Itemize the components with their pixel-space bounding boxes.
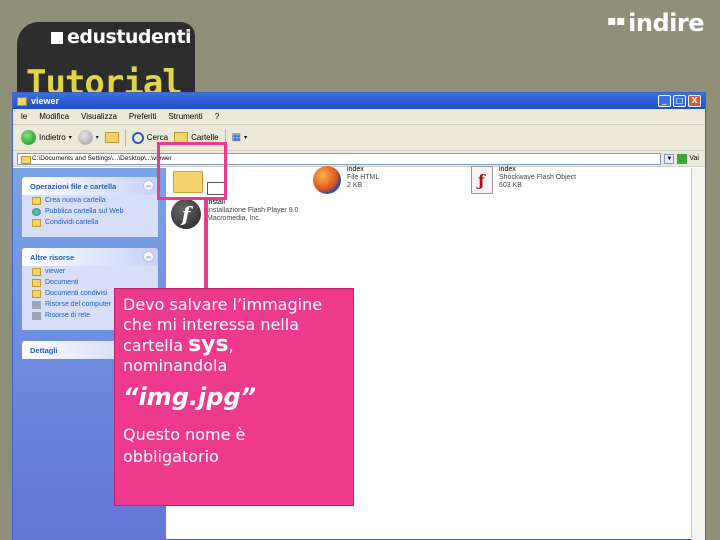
toolbar: Indietro ▾ ▾ Cerca Cartelle ▦ ▾ [13, 125, 705, 151]
menu-edit[interactable]: Modifica [39, 112, 69, 121]
address-bar: C:\Documents and Settings\...\Desktop\..… [13, 151, 705, 167]
place-documents[interactable]: Documenti [22, 277, 158, 288]
folder-icon [32, 267, 41, 276]
views-button[interactable]: ▦ ▾ [232, 132, 247, 143]
back-arrow-icon [21, 130, 36, 145]
place-viewer[interactable]: viewer [22, 266, 158, 277]
computer-icon [32, 300, 41, 309]
logo-brand: edustudenti [51, 26, 192, 48]
go-arrow-icon [677, 153, 688, 164]
file-index-swf[interactable]: indexShockwave Flash Object603 KB [471, 166, 576, 194]
up-button[interactable] [104, 132, 119, 143]
menu-bar: le Modifica Visualizza Preferiti Strumen… [13, 109, 705, 125]
new-folder-icon [32, 196, 41, 205]
network-icon [32, 311, 41, 320]
share-icon [32, 218, 41, 227]
panel-header[interactable]: Operazioni file e cartella ︽ [22, 177, 158, 195]
slide-background: edustudenti Tutorial ▪▪ indire viewer _ □… [0, 0, 720, 540]
menu-tools[interactable]: Strumenti [168, 112, 202, 121]
folder-up-icon [104, 132, 119, 143]
task-share-folder[interactable]: Condividi cartella [22, 217, 158, 228]
collapse-icon[interactable]: ︽ [143, 251, 154, 262]
indire-logo: ▪▪ indire [607, 9, 704, 37]
flash-player-icon: f [171, 199, 201, 229]
window-titlebar[interactable]: viewer _ □ X [13, 93, 705, 109]
documents-icon [32, 278, 41, 287]
folder-icon [17, 96, 27, 106]
forward-arrow-icon [77, 130, 93, 145]
callout-connector [204, 199, 208, 295]
close-button[interactable]: X [688, 95, 701, 107]
menu-view[interactable]: Visualizza [81, 112, 117, 121]
menu-file[interactable]: le [21, 112, 27, 121]
task-new-folder[interactable]: Crea nuova cartella [22, 195, 158, 206]
views-icon: ▦ [231, 132, 242, 143]
go-button[interactable]: Vai [677, 153, 699, 164]
task-publish-web[interactable]: Pubblica cartella sul Web [22, 206, 158, 217]
menu-help[interactable]: ? [215, 112, 219, 121]
maximize-button[interactable]: □ [673, 95, 686, 107]
file-index-html[interactable]: index File HTML 2 KB [313, 166, 379, 194]
flash-document-icon [471, 166, 493, 194]
web-icon [32, 207, 41, 216]
panel-header[interactable]: Altre risorse ︽ [22, 248, 158, 266]
file-flash-installer[interactable]: f install Installazione Flash Player 9.0 M… [171, 199, 298, 229]
edustudenti-logo: edustudenti Tutorial [17, 22, 195, 102]
sys-folder-highlight [157, 142, 227, 200]
instruction-callout: Devo salvare l’immagine che mi interessa… [114, 288, 354, 506]
address-input[interactable]: C:\Documents and Settings\...\Desktop\..… [17, 152, 662, 165]
collapse-icon[interactable]: ︽ [143, 180, 154, 191]
menu-favorites[interactable]: Preferiti [129, 112, 157, 121]
file-tasks-panel: Operazioni file e cartella ︽ Crea nuova c… [22, 177, 158, 237]
search-icon [131, 131, 144, 144]
back-button[interactable]: Indietro ▾ [21, 130, 72, 145]
window-title: viewer [31, 96, 60, 106]
address-dropdown[interactable]: ▼ [664, 153, 675, 164]
firefox-icon [313, 166, 341, 194]
minimize-button[interactable]: _ [658, 95, 671, 107]
forward-button[interactable]: ▾ [77, 130, 99, 145]
shared-documents-icon [32, 289, 41, 298]
toolbar-divider [124, 128, 126, 147]
vertical-scrollbar[interactable] [691, 168, 705, 540]
